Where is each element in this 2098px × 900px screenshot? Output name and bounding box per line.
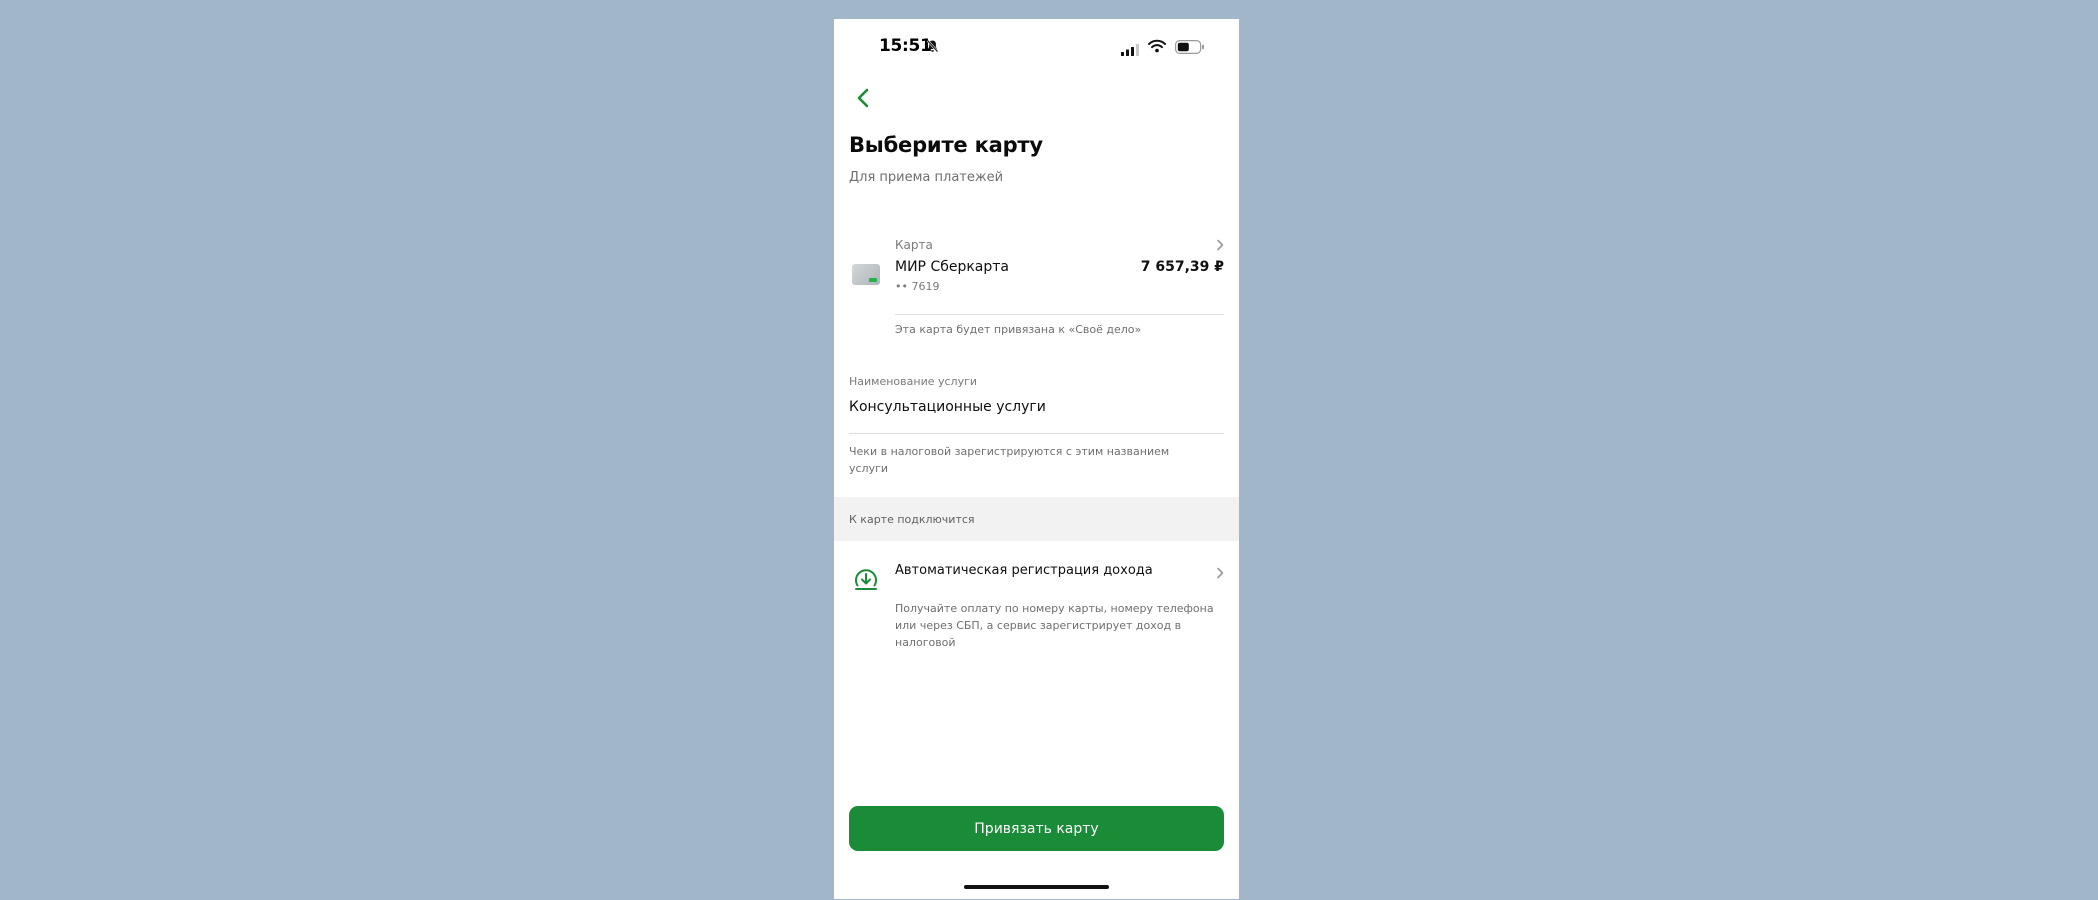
- service-divider: [849, 433, 1224, 434]
- service-name-field[interactable]: Наименование услуги Консультационные усл…: [849, 375, 1224, 431]
- feature-description: Получайте оплату по номеру карты, номеру…: [895, 602, 1214, 649]
- home-indicator: [964, 885, 1109, 889]
- auto-income-registration-row[interactable]: Автоматическая регистрация дохода Получа…: [834, 549, 1239, 659]
- phone-screen: 15:51 Выберите карту Для приема платежей…: [834, 19, 1239, 899]
- service-label: Наименование услуги: [849, 375, 978, 388]
- section-title: К карте подключится: [849, 513, 975, 526]
- feature-title: Автоматическая регистрация дохода: [895, 563, 1153, 578]
- service-note: Чеки в налоговой зарегистрируются с этим…: [849, 445, 1170, 475]
- status-bar: 15:51: [834, 19, 1239, 73]
- download-circle-icon: [852, 566, 880, 598]
- chevron-right-icon: [1215, 565, 1225, 584]
- chevron-left-icon: [857, 88, 869, 108]
- link-card-button[interactable]: Привязать карту: [849, 806, 1224, 851]
- service-value: Консультационные услуги: [849, 399, 1046, 415]
- battery-icon: [1175, 39, 1205, 58]
- page-subtitle: Для приема платежей: [849, 170, 1004, 185]
- wifi-icon: [1148, 38, 1166, 57]
- card-number: •• 7619: [895, 280, 940, 293]
- section-header: К карте подключится: [834, 497, 1239, 541]
- chevron-right-icon: [1215, 237, 1225, 256]
- card-image-icon: [852, 264, 880, 285]
- bell-off-icon: [926, 38, 939, 57]
- card-note: Эта карта будет привязана к «Своё дело»: [895, 323, 1142, 336]
- card-name: МИР Сберкарта: [895, 259, 1010, 275]
- status-time: 15:51: [879, 36, 932, 56]
- card-caption: Карта: [895, 238, 933, 252]
- page-title: Выберите карту: [849, 133, 1043, 157]
- card-select-row[interactable]: Карта МИР Сберкарта •• 7619 7 657,39 ₽: [834, 215, 1239, 307]
- card-balance: 7 657,39 ₽: [1140, 259, 1224, 275]
- card-divider: [895, 314, 1224, 315]
- signal-icon: [1121, 41, 1139, 60]
- back-button[interactable]: [848, 83, 878, 113]
